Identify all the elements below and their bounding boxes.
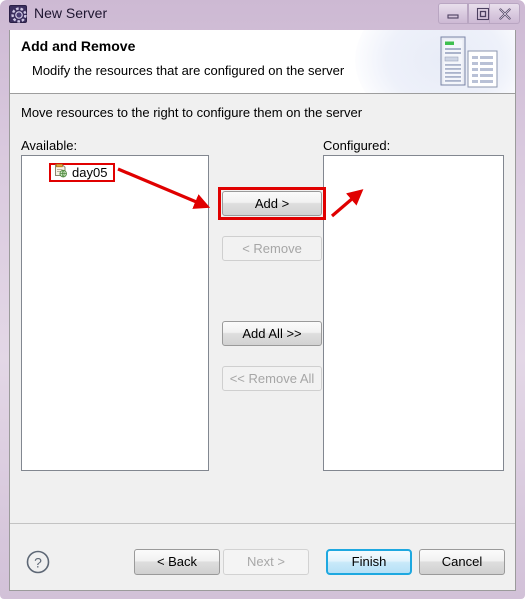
svg-text:?: ? <box>34 555 42 571</box>
dialog-body: Add and Remove Modify the resources that… <box>9 30 516 591</box>
back-button[interactable]: < Back <box>134 549 220 575</box>
instruction-text: Move resources to the right to configure… <box>21 105 363 120</box>
web-module-icon <box>53 163 68 183</box>
footer-separator <box>10 523 515 524</box>
remove-button[interactable]: < Remove <box>222 236 322 261</box>
finish-button[interactable]: Finish <box>326 549 412 575</box>
remove-all-button[interactable]: << Remove All <box>222 366 322 391</box>
configured-list[interactable] <box>323 155 504 471</box>
list-item[interactable]: day05 <box>49 163 116 183</box>
window-title: New Server <box>34 5 108 21</box>
close-icon[interactable] <box>489 3 520 24</box>
add-button[interactable]: Add > <box>222 191 322 216</box>
minimize-icon[interactable] <box>438 3 468 24</box>
wizard-header: Add and Remove Modify the resources that… <box>10 30 515 94</box>
titlebar: New Server <box>0 0 525 30</box>
next-button[interactable]: Next > <box>223 549 309 575</box>
add-all-button[interactable]: Add All >> <box>222 321 322 346</box>
available-list[interactable]: day05 <box>21 155 209 471</box>
new-server-window: New Server Add and Remove Modify the res… <box>0 0 525 599</box>
server-gear-icon <box>9 5 27 23</box>
help-icon[interactable]: ? <box>25 549 51 575</box>
configured-label: Configured: <box>323 138 391 153</box>
page-subtitle: Modify the resources that are configured… <box>32 63 345 78</box>
available-label: Available: <box>21 138 78 153</box>
cancel-button[interactable]: Cancel <box>419 549 505 575</box>
list-item-label: day05 <box>72 165 108 180</box>
server-document-icon <box>437 35 503 89</box>
page-title: Add and Remove <box>21 38 136 54</box>
